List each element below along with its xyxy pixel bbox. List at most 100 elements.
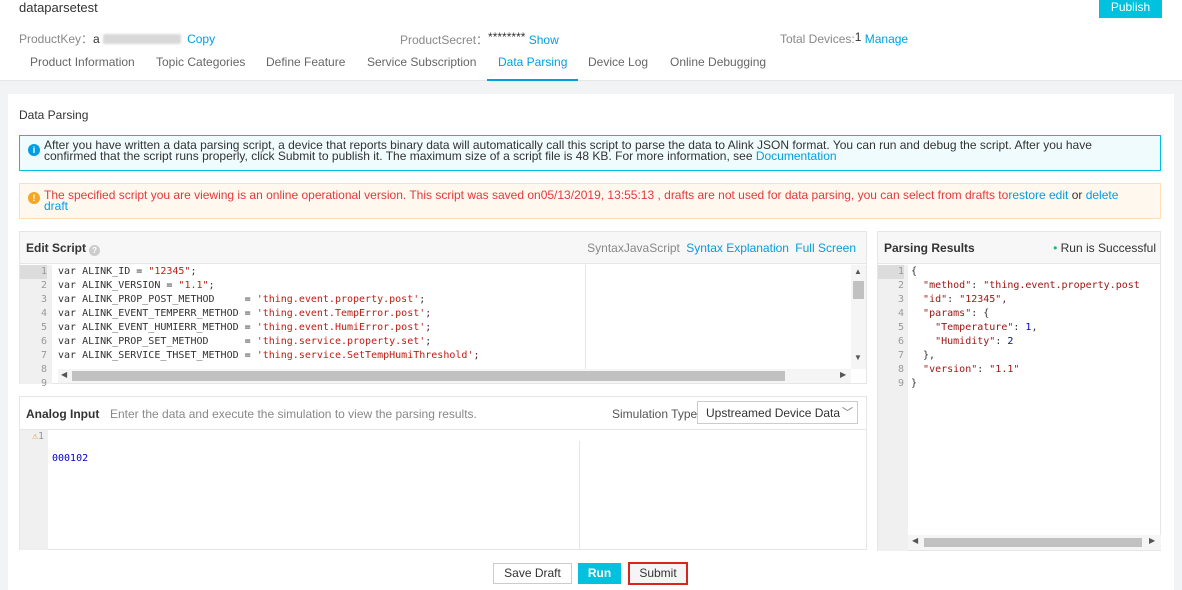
documentation-link[interactable]: Documentation	[756, 149, 837, 163]
productsecret-row: ProductSecret：******** Show	[400, 30, 559, 48]
scroll-left-icon[interactable]: ◀	[61, 370, 67, 379]
restore-edit-link[interactable]: restore edit	[1008, 188, 1068, 202]
script-line-numbers: 12 3 4 5 6 7 8 9	[20, 265, 52, 389]
analog-input-value[interactable]: 000102	[52, 452, 88, 466]
chevron-down-icon: ﹀	[842, 407, 853, 419]
section-title: Data Parsing	[19, 108, 89, 122]
code-text: var ALINK_EVENT_TEMPERR_METHOD =	[58, 308, 257, 319]
tab-data-parsing[interactable]: Data Parsing	[487, 55, 579, 81]
results-line-number: 1	[878, 265, 904, 279]
script-horizontal-thumb[interactable]	[72, 371, 785, 381]
parsing-results-panel: Parsing Results • Run is Successful 12 3 4…	[877, 231, 1161, 551]
code-string: 'thing.event.property.post'	[256, 294, 420, 305]
code-punct: ;	[190, 266, 197, 277]
run-button[interactable]: Run	[578, 563, 621, 584]
results-line-number: 2	[897, 280, 904, 291]
results-code-line: "params": {	[923, 308, 990, 319]
editor-print-margin	[585, 265, 586, 369]
tab-device-log[interactable]: Device Log	[577, 55, 659, 81]
warning-banner: ! The specified script you are viewing i…	[19, 183, 1161, 219]
results-line-number: 3	[897, 294, 904, 305]
code-text: var ALINK_PROP_POST_METHOD =	[58, 294, 257, 305]
code-string: 'thing.service.property.set'	[256, 336, 426, 347]
code-text: var ALINK_EVENT_HUMIERR_METHOD =	[58, 322, 257, 333]
code-text: var ALINK_VERSION =	[58, 280, 179, 291]
script-code-line[interactable]: var ALINK_PROP_POST_METHOD = 'thing.even…	[58, 293, 586, 307]
scroll-down-icon[interactable]: ▼	[854, 353, 862, 362]
tab-product-information[interactable]: Product Information	[19, 55, 146, 81]
scroll-left-icon[interactable]: ◀	[912, 536, 918, 545]
submit-button[interactable]: Submit	[628, 562, 688, 585]
scroll-up-icon[interactable]: ▲	[854, 267, 862, 276]
editor-header-right: SyntaxJavaScript Syntax Explanation Full…	[587, 241, 856, 255]
results-line-number: 4	[897, 308, 904, 319]
save-draft-button[interactable]: Save Draft	[493, 563, 572, 584]
script-code-line[interactable]: var ALINK_VERSION = "1.1";	[58, 279, 586, 293]
code-string: 'thing.service.SetTempHumiThreshold'	[256, 350, 474, 361]
script-code-line[interactable]: var ALINK_EVENT_HUMIERR_METHOD = 'thing.…	[58, 321, 586, 335]
results-line-number: 6	[897, 336, 904, 347]
productsecret-value: ********	[488, 30, 526, 44]
results-code-line: "id": "12345",	[923, 294, 1008, 305]
results-horizontal-scrollbar[interactable]: ◀ ▶	[908, 535, 1161, 550]
script-code-line[interactable]: var ALINK_ID = "12345";	[58, 265, 586, 279]
results-line-number: 8	[897, 364, 904, 375]
results-line-number: 5	[897, 322, 904, 333]
manage-devices-link[interactable]: Manage	[865, 32, 908, 46]
info-banner: i After you have written a data parsing …	[19, 135, 1161, 171]
syntax-label: SyntaxJavaScript	[587, 241, 680, 255]
show-secret-link[interactable]: Show	[529, 33, 559, 47]
script-line-number: 5	[40, 322, 47, 333]
script-code-area[interactable]: var ALINK_ID = "12345"; var ALINK_VERSION…	[58, 265, 586, 369]
tab-online-debugging[interactable]: Online Debugging	[659, 55, 777, 81]
syntax-explanation-link[interactable]: Syntax Explanation	[686, 241, 789, 255]
code-string: 'thing.event.HumiError.post'	[256, 322, 426, 333]
productsecret-label: ProductSecret：	[400, 33, 489, 47]
script-line-number: 7	[40, 350, 47, 361]
script-line-number: 3	[40, 294, 47, 305]
code-punct: ;	[473, 350, 480, 361]
script-horizontal-scrollbar[interactable]: ◀ ▶	[58, 369, 851, 383]
script-vertical-thumb[interactable]	[853, 281, 864, 299]
info-text: After you have written a data parsing sc…	[44, 138, 1092, 163]
results-code-line: "Humidity": 2	[935, 336, 1014, 347]
warning-icon: !	[28, 192, 40, 204]
results-code-area: { "method": "thing.event.property.post "…	[911, 265, 1161, 535]
script-vertical-scrollbar[interactable]: ▲ ▼	[851, 265, 866, 369]
script-code-line[interactable]: var ALINK_PROP_SET_METHOD = 'thing.servi…	[58, 335, 586, 349]
script-line-number: 2	[40, 280, 47, 291]
results-code-line: {	[911, 266, 918, 277]
help-icon[interactable]: ?	[89, 245, 101, 256]
code-punct: ;	[425, 308, 432, 319]
success-dot-icon: •	[1053, 241, 1058, 255]
copy-link[interactable]: Copy	[187, 32, 215, 46]
publish-button[interactable]: Publish	[1099, 0, 1162, 18]
results-line-number: 9	[897, 378, 904, 389]
warning-text: The specified script you are viewing is …	[44, 188, 1009, 202]
results-code-line: }	[911, 378, 918, 389]
script-line-number: 8	[40, 364, 47, 375]
total-devices-row: Total Devices:1 Manage	[780, 30, 908, 46]
script-line-number: 6	[40, 336, 47, 347]
full-screen-link[interactable]: Full Screen	[795, 241, 856, 255]
edit-script-header: Edit Script? SyntaxJavaScript Syntax Exp…	[20, 232, 866, 264]
tab-define-feature[interactable]: Define Feature	[255, 55, 356, 81]
results-horizontal-thumb[interactable]	[924, 538, 1142, 547]
results-code-line: "method": "thing.event.property.post	[923, 280, 1140, 291]
code-string: 'thing.event.TempError.post'	[256, 308, 426, 319]
scroll-right-icon[interactable]: ▶	[840, 370, 846, 379]
analog-input-editor[interactable]: 000102	[52, 430, 88, 488]
script-code-line[interactable]: var ALINK_EVENT_TEMPERR_METHOD = 'thing.…	[58, 307, 586, 321]
tab-topic-categories[interactable]: Topic Categories	[145, 55, 256, 81]
productkey-masked-value	[102, 34, 181, 44]
analog-print-margin	[579, 441, 580, 550]
productkey-row: ProductKey：a Copy	[19, 30, 215, 47]
scroll-right-icon[interactable]: ▶	[1149, 536, 1155, 545]
simulation-type-select[interactable]: Upstreamed Device Data ﹀	[697, 401, 858, 424]
run-status: • Run is Successful	[1053, 241, 1156, 255]
script-code-line[interactable]: var ALINK_SERVICE_THSET_METHOD = 'thing.…	[58, 349, 586, 363]
results-code-line: "version": "1.1"	[923, 364, 1020, 375]
product-header: dataparsetest Publish ProductKey：a Copy …	[0, 0, 1182, 81]
tab-service-subscription[interactable]: Service Subscription	[356, 55, 487, 81]
info-text-block: After you have written a data parsing sc…	[44, 138, 1144, 163]
